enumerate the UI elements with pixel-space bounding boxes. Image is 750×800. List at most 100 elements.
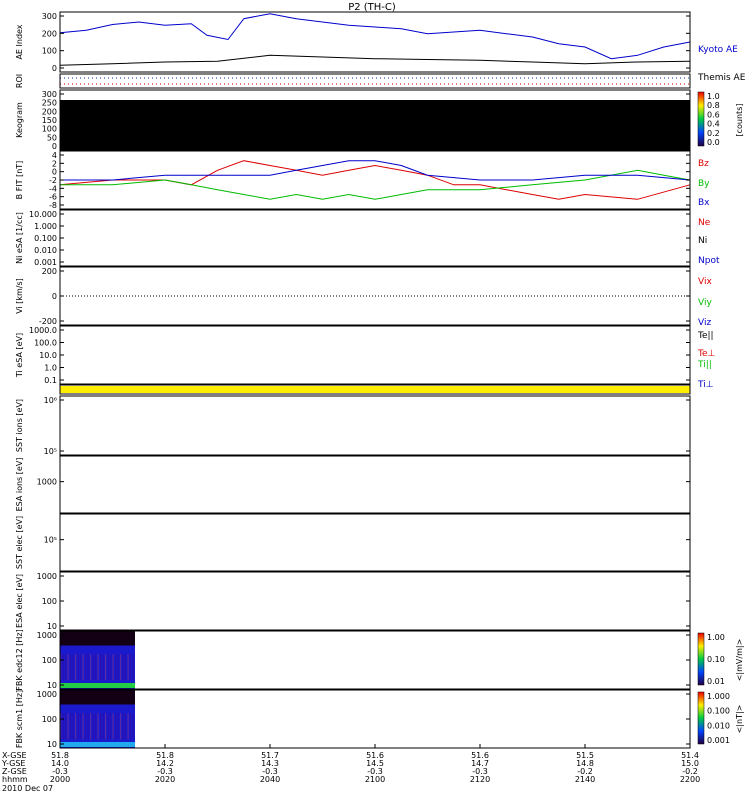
legend-label: Ne	[698, 218, 711, 228]
colorbar	[697, 632, 705, 686]
ytick-label: -8	[49, 201, 57, 210]
ytick-label: 200	[42, 29, 57, 38]
ytick-label: 1000	[37, 572, 57, 581]
legend-label: Viz	[698, 318, 711, 328]
panel-2: 300250200150100500 Keogram 1.00.80.60.40.2…	[15, 89, 744, 151]
fbk-spectrum-top	[60, 631, 135, 646]
colorbar-tick: 0.001	[707, 736, 730, 745]
fbk-stripe	[92, 654, 94, 681]
ytick-label: 0.1	[44, 376, 57, 385]
fbk-stripe	[82, 654, 84, 681]
fbk-stripe	[117, 654, 119, 681]
fbk-stripe	[102, 654, 104, 681]
ytick-label: 1.000	[34, 222, 57, 231]
ytick-label: 10	[47, 622, 57, 631]
fbk-stripe	[100, 713, 102, 740]
legend-label: Te||	[697, 331, 714, 341]
ylabel: Ni eSA [1/cc]	[15, 212, 24, 264]
series-line-0	[59, 13, 691, 60]
fbk-stripe	[102, 713, 104, 740]
panel-3: 420-2-4-6-8B FIT [nT] BzByBx	[15, 150, 710, 210]
ytick-label: 250	[42, 99, 57, 108]
legend-label: Npot	[698, 256, 720, 266]
series-line-1	[59, 54, 691, 66]
fbk-stripe	[110, 654, 112, 681]
fbk-stripe	[105, 654, 107, 681]
ytick-label: 100	[42, 656, 57, 665]
ytick-label: 10.000	[29, 210, 57, 219]
keogram-fill	[60, 100, 690, 150]
fbk-stripe	[107, 654, 109, 681]
time-axis-value: 2100	[365, 775, 385, 784]
time-axis-value: 2040	[260, 775, 280, 784]
fbk-stripe	[67, 654, 69, 681]
colorbar-label: [counts]	[735, 104, 744, 137]
fbk-stripe	[87, 713, 89, 740]
fbk-stripe	[125, 713, 127, 740]
time-axis: 51.814.0-0.3200051.814.2-0.3202051.714.3…	[50, 744, 700, 784]
ytick-label: 1000.0	[29, 326, 57, 335]
fbk-stripe	[107, 713, 109, 740]
panel-frame	[59, 209, 691, 267]
fbk-stripe	[70, 713, 72, 740]
colorbar	[697, 91, 705, 147]
ylabel: ROI	[15, 74, 24, 88]
ytick-label: 200	[42, 107, 57, 116]
figure-title: P2 (TH-C)	[348, 2, 396, 13]
ylabel: Keogram	[15, 102, 24, 138]
colorbar-tick: 0.0	[707, 138, 720, 147]
colorbar-tick: 0.8	[707, 101, 720, 110]
ytick-label: 300	[42, 12, 57, 21]
fbk-stripe	[97, 654, 99, 681]
panel-stack: 3002001000AE Index Kyoto AEThemis AEROI30…	[15, 11, 746, 749]
legend-label: Bz	[698, 159, 709, 169]
legend-label: By	[698, 179, 710, 189]
time-axis-value: 2000	[50, 775, 70, 784]
colorbar-tick: 1.0	[707, 92, 720, 101]
fbk-stripe	[120, 654, 122, 681]
fbk-stripe	[80, 713, 82, 740]
panel-6: 1000.0100.010.01.00.1Ti eSA [eV] Te||Te⊥T…	[15, 325, 716, 390]
fbk-stripe	[115, 654, 117, 681]
fbk-stripe	[90, 713, 92, 740]
colorbar	[697, 691, 705, 745]
colorbar-tick: 0.4	[707, 120, 720, 129]
fbk-spectrum-base	[60, 742, 135, 747]
panel-frame	[59, 73, 691, 89]
fbk-spectrum-base	[60, 683, 135, 688]
ytick-label: 200	[42, 267, 57, 276]
ylabel: AE Index	[15, 24, 24, 59]
ytick-label: 1000	[37, 478, 57, 487]
ylabel: Vi [km/s]	[15, 278, 24, 314]
panel-frame	[59, 571, 691, 631]
fbk-stripe	[132, 654, 134, 681]
ylabel: FBK scm1 [Hz]	[15, 690, 24, 748]
ytick-label: 10⁶	[44, 396, 57, 405]
fbk-stripe	[77, 654, 79, 681]
colorbar-tick: 0.01	[707, 677, 725, 686]
ytick-label: 10⁵	[44, 447, 57, 456]
ytick-label: 100	[42, 125, 57, 134]
ytick-label: 1000	[37, 690, 57, 699]
ytick-label: 10	[47, 681, 57, 690]
ytick-label: -200	[39, 317, 57, 326]
fbk-stripe	[70, 654, 72, 681]
fbk-stripe	[87, 654, 89, 681]
fbk-stripe	[105, 713, 107, 740]
fbk-stripe	[95, 654, 97, 681]
ytick-label: 300	[42, 90, 57, 99]
fbk-stripe	[127, 654, 129, 681]
fbk-stripe	[112, 654, 114, 681]
ytick-label: 10	[47, 740, 57, 749]
ephemeris-labels: X-GSE Y-GSE Z-GSE hhmm 2010 Dec 07	[1, 751, 53, 793]
fbk-stripe	[112, 713, 114, 740]
panel-8: 10⁶ 10⁵ SST ions [eV]	[15, 395, 691, 456]
fbk-stripe	[127, 713, 129, 740]
ytick-label: 0.010	[34, 246, 57, 255]
ytick-label: 100	[42, 715, 57, 724]
ytick-label: 100	[42, 597, 57, 606]
ytick-label: 100.0	[34, 339, 57, 348]
panel-11: 1000 100 10 ESA elec [eV]	[15, 571, 691, 631]
fbk-stripe	[75, 713, 77, 740]
hhmm-label: hhmm	[2, 775, 28, 784]
